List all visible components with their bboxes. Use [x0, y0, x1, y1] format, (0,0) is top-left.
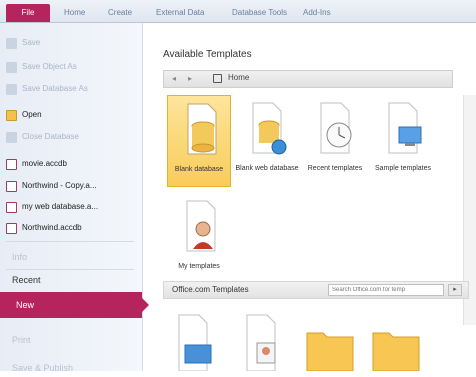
tab-add-ins[interactable]: Add-Ins [303, 6, 331, 20]
office-templates-title: Office.com Templates [172, 285, 249, 294]
access-file-icon [6, 201, 17, 213]
template-blank-web-database[interactable]: Blank web database [235, 95, 299, 187]
tab-file[interactable]: File [6, 4, 50, 22]
ribbon: File Home Create External Data Database … [0, 0, 476, 23]
save-database-icon [6, 83, 17, 95]
menu-open[interactable]: Open [6, 107, 138, 123]
menu-divider [6, 241, 134, 242]
section-recent[interactable]: Recent [12, 271, 41, 289]
office-templates-row [178, 314, 420, 371]
section-save-publish[interactable]: Save & Publish [12, 359, 73, 377]
access-file-icon [6, 222, 17, 234]
back-button[interactable]: ◂ [168, 72, 180, 86]
folder-icon[interactable] [306, 332, 354, 371]
recent-templates-icon [320, 102, 352, 154]
section-print[interactable]: Print [12, 331, 31, 349]
menu-divider [6, 269, 134, 270]
tile-label: Recent templates [307, 165, 363, 172]
sample-templates-icon [388, 102, 422, 154]
home-breadcrumb[interactable]: Home [228, 73, 249, 82]
my-templates-icon [186, 200, 216, 252]
access-file-icon [6, 180, 17, 192]
tile-label: My templates [178, 263, 220, 270]
office-template-contact-icon[interactable] [246, 314, 276, 371]
search-go-button[interactable]: ▸ [448, 284, 462, 296]
tab-database-tools[interactable]: Database Tools [232, 6, 287, 20]
save-object-icon [6, 61, 17, 73]
menu-close-database[interactable]: Close Database [6, 129, 138, 145]
templates-pane: Available Templates ◂ ▸ Home Blank datab… [143, 23, 476, 371]
template-my[interactable]: My templates [167, 193, 231, 285]
template-nav-bar: ◂ ▸ Home [163, 70, 453, 88]
office-template-computer-icon[interactable] [178, 314, 212, 371]
search-input[interactable] [328, 284, 444, 296]
tab-external-data[interactable]: External Data [156, 6, 204, 20]
folder-icon[interactable] [372, 332, 420, 371]
recent-file-item[interactable]: my web database.a... [6, 199, 138, 215]
office-templates-bar: Office.com Templates ▸ [163, 281, 469, 299]
menu-save[interactable]: Save [6, 35, 138, 51]
blank-database-icon [187, 103, 217, 155]
access-file-icon [6, 158, 17, 170]
template-blank-database[interactable]: Blank database [167, 95, 231, 187]
close-database-icon [6, 131, 17, 143]
save-icon [6, 37, 17, 49]
recent-file-item[interactable]: Northwind - Copy.a... [6, 178, 138, 194]
tile-label: Blank database [174, 166, 224, 173]
section-new[interactable]: New [0, 292, 149, 318]
page-title: Available Templates [163, 49, 252, 60]
recent-file-item[interactable]: movie.accdb [6, 156, 138, 172]
section-info[interactable]: Info [12, 248, 27, 266]
forward-button[interactable]: ▸ [184, 72, 196, 86]
template-recent[interactable]: Recent templates [303, 95, 367, 187]
tab-home[interactable]: Home [64, 6, 85, 20]
folder-icon [6, 109, 17, 121]
tab-create[interactable]: Create [108, 6, 132, 20]
tile-label: Sample templates [374, 165, 432, 172]
menu-save-database-as[interactable]: Save Database As [6, 81, 138, 97]
template-sample[interactable]: Sample templates [371, 95, 435, 187]
tile-label: Blank web database [235, 165, 299, 172]
backstage-menu: Save Save Object As Save Database As Ope… [0, 23, 149, 373]
recent-file-item[interactable]: Northwind.accdb [6, 220, 138, 236]
home-icon[interactable] [213, 74, 222, 83]
blank-web-database-icon [252, 102, 287, 155]
menu-save-object-as[interactable]: Save Object As [6, 59, 138, 75]
